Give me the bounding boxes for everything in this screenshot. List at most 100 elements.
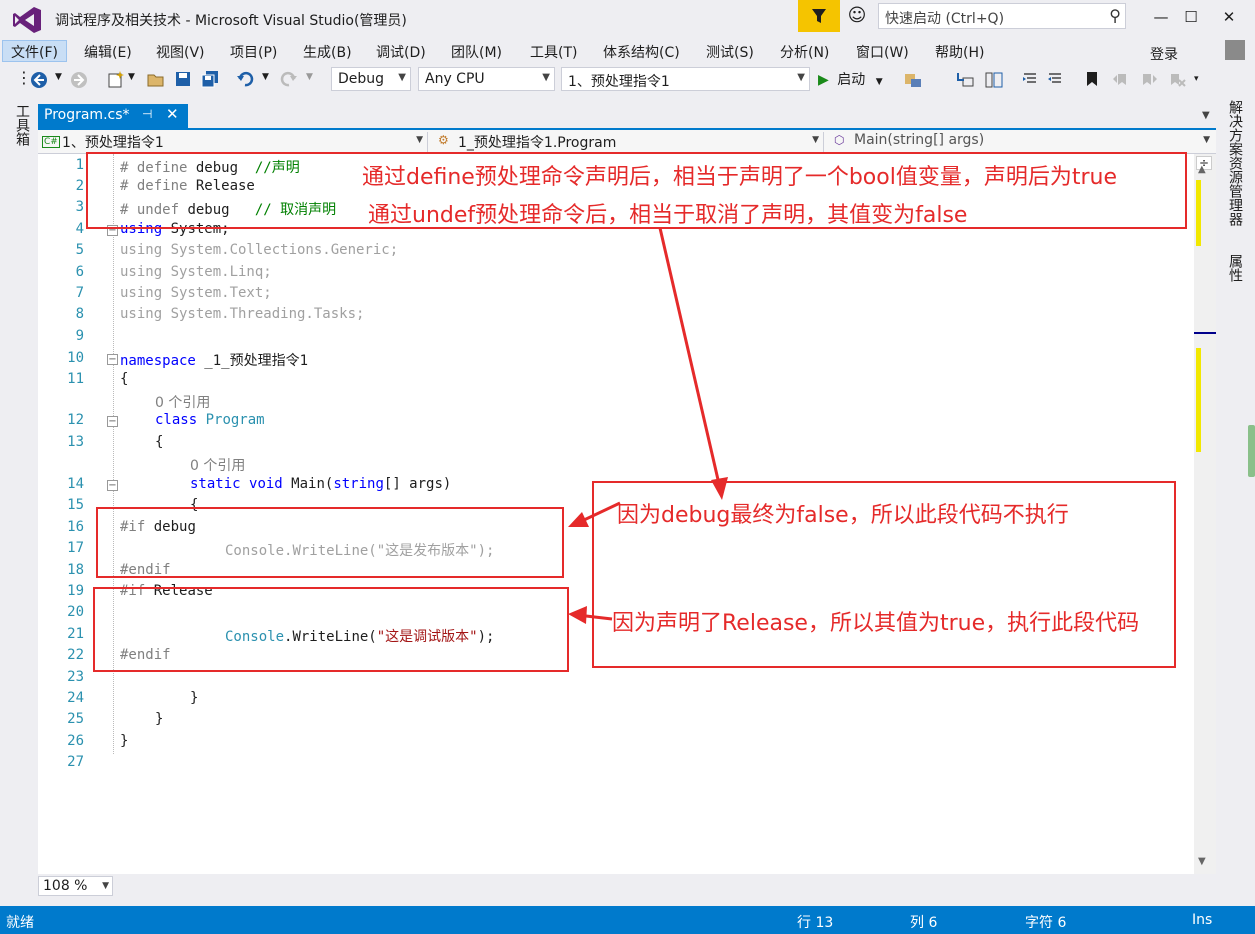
navigate-forward-icon[interactable] [70, 71, 88, 89]
chevron-down-icon: ▼ [1203, 135, 1210, 145]
chevron-down-icon[interactable]: ▼ [55, 72, 62, 82]
pin-icon[interactable]: ⊣ [142, 107, 152, 121]
change-marker [1196, 180, 1201, 246]
code-line: using System.Text; [120, 285, 272, 301]
platform-value: Any CPU [425, 71, 485, 87]
line-number: 24 [67, 690, 84, 706]
configuration-dropdown[interactable]: Debug ▼ [331, 67, 411, 91]
close-button[interactable]: ✕ [1214, 6, 1244, 28]
navigate-back-icon[interactable] [30, 71, 48, 89]
menu-tools[interactable]: 工具(T) [530, 42, 577, 62]
code-line: { [120, 371, 129, 387]
tab-program-cs[interactable]: Program.cs* ⊣ ✕ [38, 104, 188, 128]
toolbox-tab[interactable]: 工具箱 [12, 104, 32, 146]
comment-lines-icon[interactable] [1021, 70, 1039, 88]
menu-edit[interactable]: 编辑(E) [84, 42, 132, 62]
collapse-class-toggle[interactable]: − [107, 416, 118, 427]
startup-project-value: 1、预处理指令1 [568, 74, 670, 90]
line-number: 18 [67, 562, 84, 578]
line-number: 26 [67, 733, 84, 749]
annotation-undef-note: 通过undef预处理命令后，相当于取消了声明，其值变为false [368, 203, 968, 228]
project-dropdown[interactable]: C# 1、预处理指令1 ▼ [38, 132, 428, 152]
line-number: 27 [67, 754, 84, 770]
csharp-project-icon: C# [42, 136, 60, 148]
new-project-icon[interactable] [106, 70, 126, 90]
solution-explorer-tab[interactable]: 解决方案资源管理器 [1225, 100, 1245, 226]
avatar-icon[interactable] [1225, 40, 1245, 60]
quick-launch-input[interactable]: 快速启动 (Ctrl+Q) ⚲ [878, 3, 1126, 29]
menu-build[interactable]: 生成(B) [303, 42, 352, 62]
collapse-method-toggle[interactable]: − [107, 480, 118, 491]
step-into-icon[interactable] [955, 70, 975, 90]
member-dropdown[interactable]: ⬡ Main(string[] args) ▼ [830, 132, 1214, 152]
chevron-down-icon[interactable]: ▼ [306, 72, 313, 82]
start-debugging-button[interactable]: ▶ 启动 ▼ [818, 69, 883, 89]
uncomment-lines-icon[interactable] [1046, 70, 1064, 88]
previous-bookmark-icon[interactable] [1112, 70, 1130, 88]
left-tool-strip [0, 100, 36, 900]
menu-view[interactable]: 视图(V) [156, 42, 205, 62]
side-scroll-indicator[interactable] [1248, 425, 1255, 477]
codelens-references[interactable]: 0 个引用 [155, 392, 210, 412]
line-number: 19 [67, 583, 84, 599]
class-dropdown[interactable]: ⚙ 1_预处理指令1.Program ▼ [434, 132, 824, 152]
clear-bookmarks-icon[interactable] [1168, 70, 1186, 88]
standard-toolbar: ⋮ ▼ ▼ ▼ ▼ Debug ▼ Any CPU ▼ 1、预处理指令1 ▼ ▶… [0, 64, 1255, 96]
codelens-references[interactable]: 0 个引用 [190, 455, 245, 475]
code-token: class [155, 412, 198, 428]
smiley-feedback-icon[interactable]: ☺ [846, 5, 868, 27]
menu-window[interactable]: 窗口(W) [856, 42, 909, 62]
toolbar-options-icon[interactable]: ▾ [1194, 74, 1199, 84]
code-line: class Program [155, 412, 265, 428]
menu-analyze[interactable]: 分析(N) [780, 42, 829, 62]
bookmark-icon[interactable] [1084, 70, 1100, 88]
menu-file[interactable]: 文件(F) [2, 40, 67, 62]
menu-project[interactable]: 项目(P) [230, 42, 277, 62]
search-icon: ⚲ [1109, 6, 1121, 25]
annotation-release-note: 因为声明了Release，所以其值为true，执行此段代码 [612, 611, 1140, 636]
funnel-icon [812, 9, 826, 23]
chevron-down-icon[interactable]: ▼ [1202, 110, 1210, 121]
code-line: { [155, 434, 164, 450]
status-ready: 就绪 [6, 915, 34, 931]
undo-icon[interactable] [236, 70, 254, 88]
scroll-up-icon[interactable]: ▲ [1198, 164, 1206, 175]
chevron-down-icon: ▼ [875, 77, 883, 87]
platform-dropdown[interactable]: Any CPU ▼ [418, 67, 555, 91]
collapse-namespace-toggle[interactable]: − [107, 354, 118, 365]
line-number: 9 [75, 328, 84, 344]
menu-help[interactable]: 帮助(H) [935, 42, 984, 62]
startup-project-dropdown[interactable]: 1、预处理指令1 ▼ [561, 67, 810, 91]
menu-debug[interactable]: 调试(D) [376, 42, 426, 62]
close-icon[interactable]: ✕ [166, 105, 179, 123]
open-folder-icon[interactable] [146, 70, 166, 90]
save-icon[interactable] [174, 70, 192, 88]
line-number: 5 [75, 242, 84, 258]
properties-tab[interactable]: 属性 [1225, 254, 1245, 282]
minimize-button[interactable]: — [1146, 6, 1176, 28]
maximize-button[interactable]: ☐ [1176, 6, 1206, 28]
menu-test[interactable]: 测试(S) [706, 42, 754, 62]
menu-team[interactable]: 团队(M) [451, 42, 502, 62]
zoom-dropdown[interactable]: 108 % ▼ [38, 876, 113, 896]
scroll-down-icon[interactable]: ▼ [1198, 856, 1206, 867]
save-all-icon[interactable] [200, 69, 220, 89]
redo-icon[interactable] [280, 70, 298, 88]
sign-in-link[interactable]: 登录 [1150, 44, 1178, 64]
chevron-down-icon[interactable]: ▼ [262, 72, 269, 82]
menu-architecture[interactable]: 体系结构(C) [603, 42, 680, 62]
split-view-icon[interactable] [984, 70, 1004, 90]
browser-link-icon[interactable] [903, 70, 923, 90]
status-char: 字符 6 [1025, 915, 1067, 931]
code-line: static void Main(string[] args) [190, 476, 451, 492]
chevron-down-icon[interactable]: ▼ [128, 72, 135, 82]
next-bookmark-icon[interactable] [1140, 70, 1158, 88]
feedback-filter-button[interactable] [798, 0, 840, 32]
line-number: 22 [67, 647, 84, 663]
start-label: 启动 [837, 72, 866, 88]
line-number: 15 [67, 497, 84, 513]
code-token: namespace [120, 353, 196, 369]
code-line: using System.Threading.Tasks; [120, 306, 365, 322]
editor-status-strip [38, 874, 1216, 898]
vertical-scrollbar[interactable] [1194, 154, 1216, 874]
